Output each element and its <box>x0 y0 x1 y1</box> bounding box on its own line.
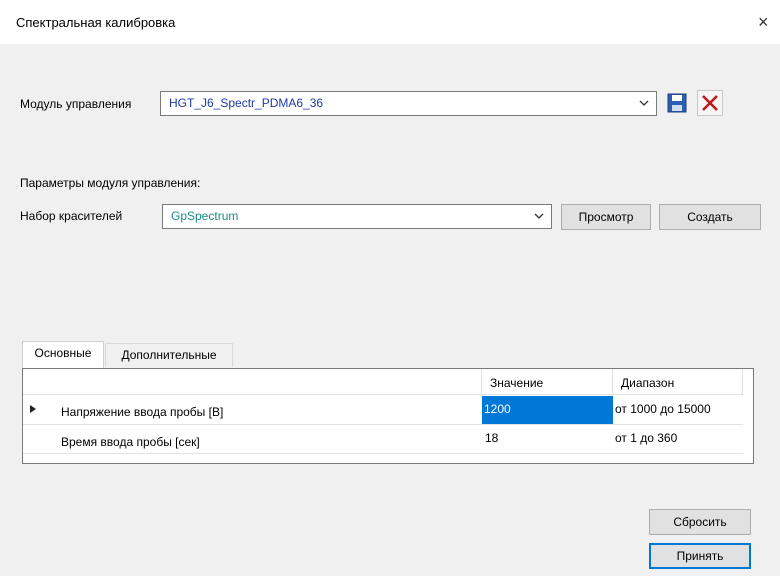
chevron-down-icon <box>534 213 544 219</box>
title-bar: Спектральная калибровка × <box>0 0 780 44</box>
delete-button[interactable] <box>697 90 723 116</box>
apply-button[interactable]: Принять <box>649 543 751 569</box>
red-x-icon <box>702 95 718 111</box>
create-button[interactable]: Создать <box>659 204 761 230</box>
row-pointer-icon <box>30 405 36 413</box>
module-combobox[interactable]: HGT_J6_Spectr_PDMA6_36 <box>160 91 657 116</box>
row-divider <box>23 453 743 454</box>
reset-button[interactable]: Сбросить <box>649 509 751 535</box>
chevron-down-icon <box>639 100 649 106</box>
row-divider <box>23 424 743 425</box>
floppy-disk-icon <box>667 93 687 113</box>
param-name: Напряжение ввода пробы [В] <box>61 405 224 419</box>
close-icon[interactable]: × <box>758 8 780 36</box>
param-value-cell[interactable]: 1200 <box>482 396 613 424</box>
param-name: Время ввода пробы [сек] <box>61 435 200 449</box>
param-range: от 1 до 360 <box>615 431 678 445</box>
tab-main[interactable]: Основные <box>22 341 104 368</box>
grid-header-blank <box>23 369 482 395</box>
dyes-label: Набор красителей <box>20 209 123 223</box>
grid-header-range: Диапазон <box>613 369 743 395</box>
view-button[interactable]: Просмотр <box>561 204 651 230</box>
module-label: Модуль управления <box>20 97 132 111</box>
parameters-grid: Значение Диапазон Напряжение ввода пробы… <box>22 368 754 464</box>
tab-additional[interactable]: Дополнительные <box>105 343 233 367</box>
dyes-combobox[interactable]: GpSpectrum <box>162 204 552 229</box>
save-button[interactable] <box>664 90 690 116</box>
grid-header-value: Значение <box>482 369 613 395</box>
module-value: HGT_J6_Spectr_PDMA6_36 <box>169 96 324 110</box>
param-range: от 1000 до 15000 <box>615 402 711 416</box>
param-value-cell[interactable]: 18 <box>485 431 498 445</box>
dyes-value: GpSpectrum <box>171 209 239 223</box>
params-heading: Параметры модуля управления: <box>20 176 201 190</box>
window-title: Спектральная калибровка <box>16 15 176 30</box>
